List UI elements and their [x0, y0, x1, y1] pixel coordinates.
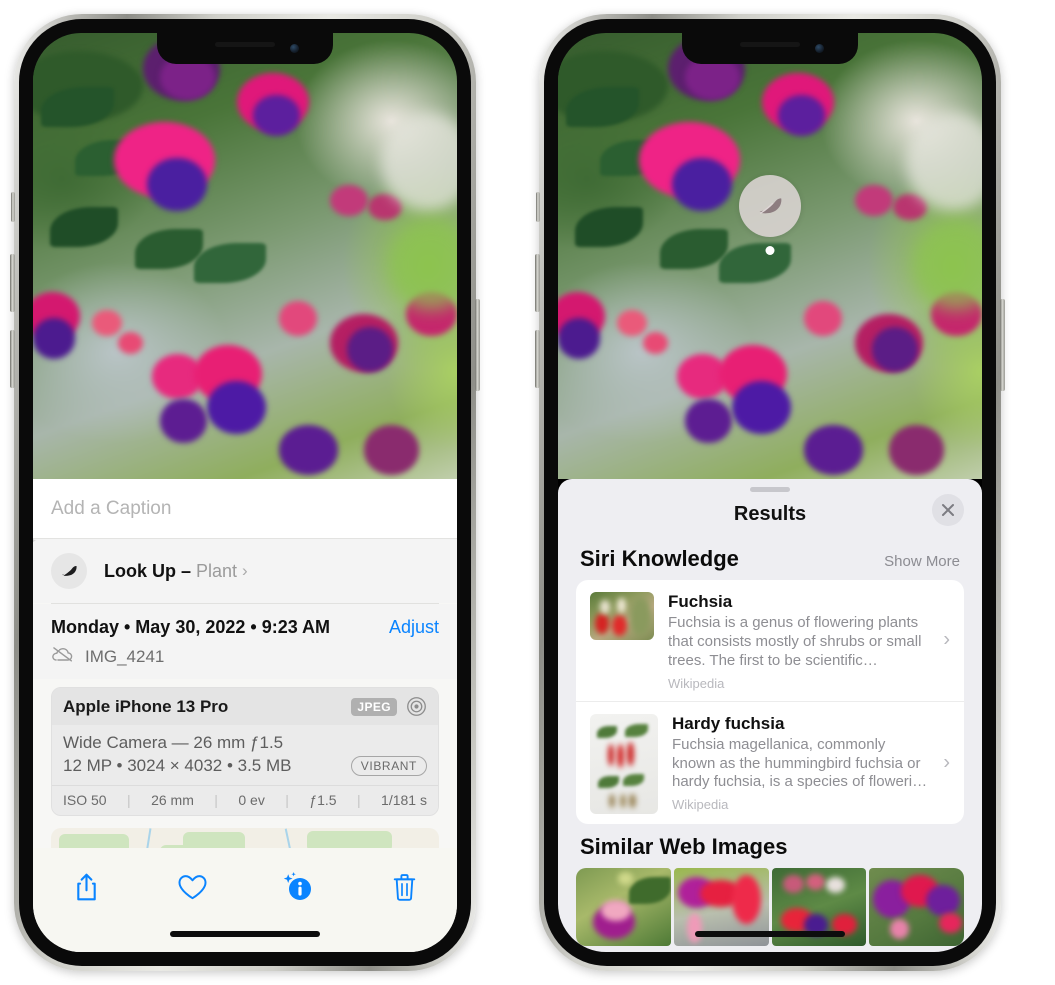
look-up-row[interactable]: ✦ ✦ Look Up – Plant › — [33, 533, 457, 603]
knowledge-source: Wikipedia — [672, 797, 729, 813]
caption-placeholder: Add a Caption — [51, 497, 172, 519]
section-title: Siri Knowledge — [580, 546, 739, 571]
chevron-right-icon: › — [943, 628, 950, 651]
screen-right: Results Siri Knowledge Show More Fuchsia… — [558, 33, 982, 952]
look-up-label: Look Up – Plant — [104, 561, 237, 582]
chevron-right-icon: › — [943, 751, 950, 774]
volume-down-button-right[interactable] — [535, 330, 540, 388]
knowledge-description: Fuchsia magellanica, commonly known as t… — [672, 735, 928, 791]
file-name: IMG_4241 — [85, 646, 165, 666]
exif-sep: | — [214, 792, 218, 808]
photo-viewer[interactable] — [33, 33, 457, 479]
home-indicator-left[interactable] — [170, 931, 320, 937]
exif-header: Apple iPhone 13 Pro JPEG — [52, 688, 438, 725]
screenshot-stage: Add a Caption ✦ ✦ Look Up – Plant › — [0, 0, 1055, 985]
volume-up-button-left[interactable] — [10, 254, 15, 312]
similar-web-images-header: Similar Web Images — [558, 824, 982, 866]
caption-field[interactable]: Add a Caption — [33, 479, 457, 539]
sparkle-icon: ✦ — [33, 532, 38, 550]
show-more-button[interactable]: Show More — [884, 553, 960, 570]
exif-stat-ev: 0 ev — [238, 792, 265, 808]
exif-sep: | — [285, 792, 289, 808]
chevron-right-icon: › — [242, 561, 248, 580]
knowledge-item[interactable]: Fuchsia Fuchsia is a genus of flowering … — [576, 580, 964, 701]
knowledge-source: Wikipedia — [668, 675, 725, 691]
notch-right — [682, 33, 858, 64]
power-button-left[interactable] — [475, 299, 480, 391]
knowledge-item[interactable]: Hardy fuchsia Fuchsia magellanica, commo… — [576, 700, 964, 824]
look-up-subject: Plant — [196, 560, 238, 581]
earpiece-speaker — [215, 42, 275, 47]
photo-info-sheet: Add a Caption ✦ ✦ Look Up – Plant › — [33, 479, 457, 952]
silent-switch-left[interactable] — [11, 192, 15, 222]
home-indicator-right[interactable] — [695, 931, 845, 937]
adjust-button[interactable]: Adjust — [389, 617, 439, 638]
results-title: Results — [733, 502, 807, 525]
favorite-button[interactable] — [165, 865, 219, 909]
web-image-tile[interactable] — [869, 867, 964, 946]
front-camera-icon — [815, 44, 824, 53]
section-title: Similar Web Images — [580, 833, 788, 859]
photo-viewer-right[interactable] — [558, 33, 982, 479]
leaf-icon — [51, 553, 87, 589]
front-camera-icon — [290, 44, 299, 53]
delete-button[interactable] — [377, 865, 431, 909]
exif-sep: | — [356, 792, 361, 808]
exif-stats: ISO 50 | 26 mm | 0 ev | ƒ1.5 | 1/181 s — [52, 785, 438, 815]
volume-down-button-left[interactable] — [10, 330, 15, 388]
knowledge-thumbnail — [590, 592, 654, 640]
results-sheet: Results Siri Knowledge Show More Fuchsia… — [558, 479, 982, 952]
exif-stat-shutter: 1/181 s — [381, 792, 427, 808]
knowledge-title: Hardy fuchsia — [672, 713, 785, 733]
exif-stat-iso: ISO 50 — [63, 792, 107, 808]
screen-left: Add a Caption ✦ ✦ Look Up – Plant › — [33, 33, 457, 952]
exif-card: Apple iPhone 13 Pro JPEG Wide Camera — 2… — [51, 687, 439, 816]
lens-info: Wide Camera — 26 mm ƒ1.5 — [63, 733, 284, 752]
share-button[interactable] — [59, 865, 113, 909]
results-header: Results — [558, 492, 982, 536]
aperture-icon — [406, 696, 427, 717]
resolution-info: 12 MP • 3024 × 4032 • 3.5 MB — [63, 756, 292, 775]
knowledge-description: Fuchsia is a genus of flowering plants t… — [668, 614, 922, 669]
notch-left — [157, 33, 333, 64]
silent-switch-right[interactable] — [536, 192, 540, 222]
knowledge-title: Fuchsia — [668, 592, 733, 611]
lookup-anchor-dot — [765, 246, 775, 255]
siri-knowledge-card: Fuchsia Fuchsia is a genus of flowering … — [576, 580, 964, 824]
info-button[interactable] — [271, 865, 325, 909]
knowledge-thumbnail — [590, 713, 658, 814]
close-icon[interactable] — [932, 494, 964, 526]
iphone-right: Results Siri Knowledge Show More Fuchsia… — [535, 14, 1005, 971]
earpiece-speaker — [740, 42, 800, 47]
visual-lookup-leaf-badge[interactable] — [739, 175, 801, 255]
volume-up-button-right[interactable] — [535, 254, 540, 312]
web-image-tile[interactable] — [576, 867, 671, 946]
look-up-title: Look Up — [104, 560, 176, 581]
date-block: Monday • May 30, 2022 • 9:23 AM Adjust I… — [33, 604, 457, 679]
look-up-dash: – — [176, 560, 197, 581]
cloud-slash-icon — [51, 645, 75, 668]
photo-date: Monday • May 30, 2022 • 9:23 AM — [51, 617, 331, 637]
siri-knowledge-header: Siri Knowledge Show More — [558, 536, 982, 580]
exif-stat-aperture: ƒ1.5 — [309, 792, 337, 808]
photographic-style-badge: VIBRANT — [350, 756, 427, 776]
iphone-left: Add a Caption ✦ ✦ Look Up – Plant › — [10, 14, 480, 971]
exif-stat-focal: 26 mm — [151, 792, 194, 808]
power-button-right[interactable] — [1000, 299, 1005, 391]
exif-sep: | — [127, 792, 131, 808]
exif-body: Wide Camera — 26 mm ƒ1.5 12 MP • 3024 × … — [52, 725, 438, 785]
format-badge: JPEG — [351, 697, 397, 716]
camera-device: Apple iPhone 13 Pro — [63, 696, 229, 716]
